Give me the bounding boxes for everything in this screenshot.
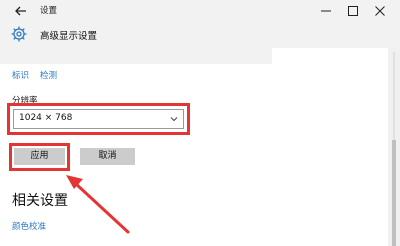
page-header: 高级显示设置 — [0, 22, 400, 48]
page-title: 高级显示设置 — [40, 31, 98, 42]
close-icon[interactable] — [370, 1, 390, 21]
maximize-icon[interactable] — [343, 1, 363, 21]
gear-icon — [11, 26, 27, 42]
identify-link[interactable]: 标识 — [12, 71, 29, 81]
related-settings-heading: 相关设置 — [12, 193, 68, 209]
scrollbar-thumb[interactable] — [392, 140, 396, 246]
title-bar: 设置 — [0, 0, 400, 22]
settings-content: 标识 检测 分辨率 1024 × 768 应用 取消 相关设置 颜色校准 — [0, 48, 388, 246]
back-arrow-icon[interactable] — [12, 2, 30, 20]
minimize-icon[interactable] — [316, 1, 336, 21]
window-title: 设置 — [40, 6, 58, 16]
cancel-button[interactable]: 取消 — [80, 148, 135, 165]
content-top-strip — [0, 48, 272, 64]
highlight-box — [9, 143, 70, 171]
highlight-box — [7, 103, 190, 135]
scrollbar[interactable] — [388, 48, 400, 246]
detect-link[interactable]: 检测 — [40, 71, 57, 81]
color-calibration-link[interactable]: 颜色校准 — [12, 220, 46, 232]
links-row: 标识 检测 — [12, 69, 68, 81]
